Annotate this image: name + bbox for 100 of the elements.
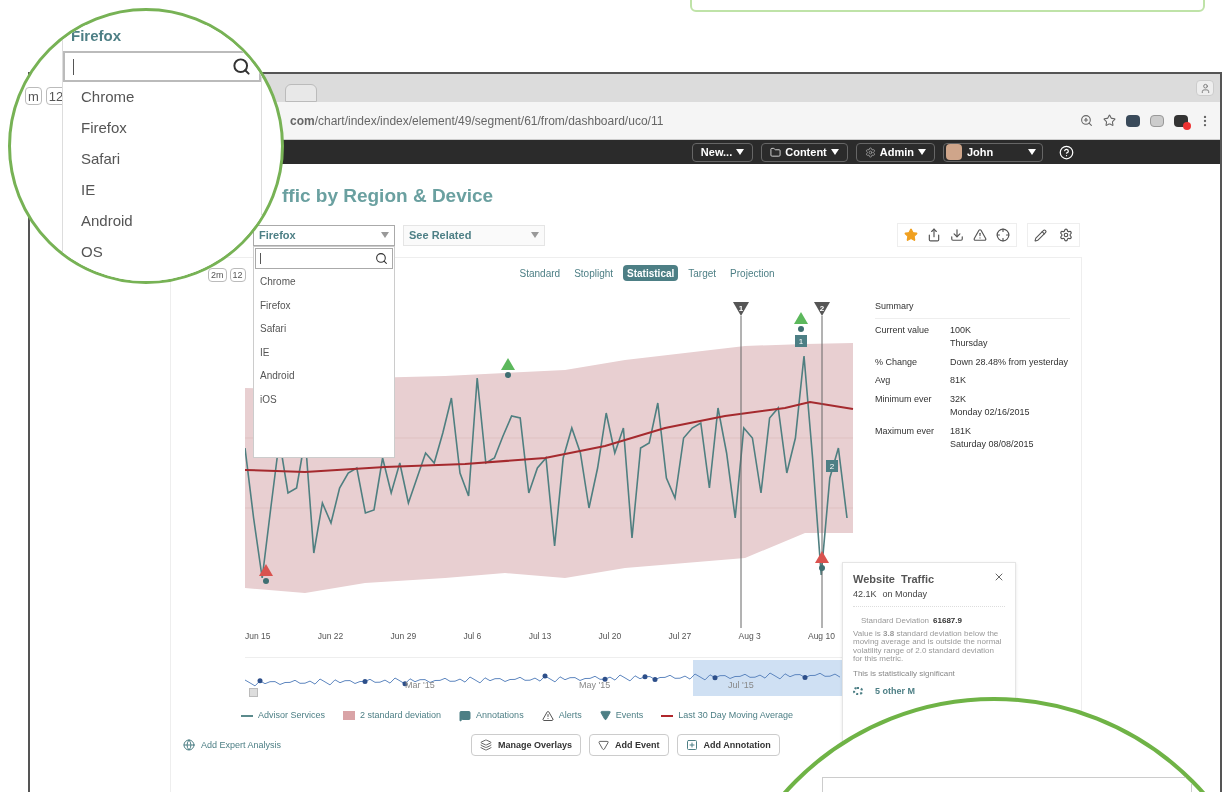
summary-detail: Monday 02/16/2015: [950, 406, 1030, 419]
event-marker[interactable]: 2: [814, 302, 830, 316]
alert-icon[interactable]: [973, 228, 987, 242]
navigator-label: Jul '15: [728, 678, 754, 692]
dropdown-option[interactable]: Firefox: [254, 293, 394, 317]
deviation-label: Standard Deviation: [861, 615, 930, 627]
legend-label: 2 standard deviation: [360, 708, 442, 722]
annotation-marker[interactable]: 2: [826, 460, 838, 472]
action-button[interactable]: Add Annotation: [676, 734, 780, 757]
nav-menu-button[interactable]: Content: [761, 142, 848, 162]
dropdown-option[interactable]: iOS: [254, 387, 394, 411]
legend-label: Annotations: [476, 708, 524, 722]
plus-square-icon: [685, 739, 698, 752]
navigator-label: May '15: [579, 678, 611, 692]
pencil-icon[interactable]: [1034, 228, 1047, 242]
dropdown-search-field[interactable]: [63, 51, 261, 82]
user-menu-button[interactable]: John: [943, 142, 1043, 162]
down-triangle-icon: [598, 739, 610, 751]
caret-icon: [918, 149, 926, 155]
settings-icon[interactable]: [1059, 228, 1073, 242]
legend-label: Events: [615, 708, 644, 722]
dropdown-option[interactable]: Android: [254, 364, 394, 388]
alert-marker[interactable]: [501, 358, 515, 378]
select-value[interactable]: Firefox: [71, 25, 261, 47]
other-metrics-link[interactable]: 5 other M: [875, 684, 915, 699]
search-icon: [375, 252, 388, 265]
dropdown-option[interactable]: Firefox: [81, 113, 127, 144]
extension-icon[interactable]: [1126, 114, 1140, 127]
filter-select[interactable]: See Related: [403, 224, 545, 246]
nav-menu-button[interactable]: Admin: [855, 142, 935, 162]
axis-label: Jul 27: [668, 630, 692, 643]
view-tab[interactable]: Standard: [515, 265, 565, 281]
summary-label: Minimum ever: [875, 392, 933, 406]
dropdown-option[interactable]: OS: [81, 237, 103, 268]
alert-marker[interactable]: [815, 551, 829, 571]
share-icon[interactable]: [927, 228, 941, 242]
summary-label: Avg: [875, 374, 892, 387]
tooltip-description: Value is 3.8 standard deviation below the moving average and is outside the normal volatility range of 2.0 standard deviation for this metric.: [853, 630, 1003, 664]
search-icon: [232, 57, 251, 76]
tooltip-note: This is statistically significant: [853, 667, 956, 680]
download-icon[interactable]: [950, 228, 964, 242]
dropdown-option[interactable]: Chrome: [81, 82, 135, 113]
legend-label: Advisor Services: [258, 708, 326, 722]
view-tab[interactable]: Projection: [726, 265, 779, 281]
view-tab[interactable]: Target: [684, 265, 721, 281]
navigator-label: Mar '15: [405, 678, 435, 692]
dropdown-option[interactable]: Safari: [254, 317, 394, 341]
caret-icon: [531, 232, 539, 238]
summary-value: Down 28.48% from yesterday: [950, 355, 1069, 369]
person-icon: [1199, 82, 1211, 94]
axis-label: Jul 20: [598, 630, 622, 643]
action-button[interactable]: Add Event: [589, 734, 669, 757]
event-marker[interactable]: 1: [733, 302, 749, 316]
summary-detail: Thursday: [950, 337, 988, 350]
target-icon[interactable]: [996, 228, 1010, 242]
bookmark-star-icon[interactable]: [1103, 114, 1116, 127]
warning-icon: [541, 709, 554, 722]
scatter-icon: [853, 687, 863, 696]
globe-icon: [183, 739, 195, 752]
caret-icon: [381, 232, 389, 238]
tooltip-value: 42.1K: [853, 587, 877, 601]
view-tab[interactable]: Statistical: [623, 265, 679, 281]
summary-value: 81K: [950, 374, 966, 387]
down-triangle-icon: [599, 710, 611, 721]
gear-icon: [864, 146, 876, 158]
tooltip-day: on Monday: [882, 587, 928, 601]
text-cursor: [260, 253, 261, 264]
tooltip-title: Website Traffic: [853, 572, 935, 587]
zoom-icon[interactable]: [1080, 114, 1093, 127]
deviation-value: 61687.9: [933, 615, 962, 627]
folder-icon: [770, 146, 782, 158]
expert-analysis-link[interactable]: Add Expert Analysis: [201, 738, 282, 752]
summary-detail: Saturday 08/08/2015: [950, 438, 1034, 451]
caret-icon: [1028, 149, 1036, 155]
layers-icon: [480, 739, 493, 752]
axis-label: Aug 10: [807, 630, 835, 643]
summary-value: 181K: [950, 424, 973, 438]
dropdown-option[interactable]: Safari: [81, 144, 121, 175]
alert-marker[interactable]: [794, 312, 808, 332]
caret-icon: [830, 149, 839, 155]
summary-value: 32K: [950, 392, 967, 406]
extension-icon[interactable]: [1174, 114, 1188, 127]
alert-marker[interactable]: [259, 564, 273, 584]
favorite-star-icon[interactable]: [904, 228, 918, 242]
dropdown-option[interactable]: IE: [254, 340, 394, 364]
annotation-marker[interactable]: 1: [795, 335, 807, 347]
url-field[interactable]: com/chart/index/index/element/49/segment/61/from/dashboard/uco/11: [290, 111, 664, 130]
help-icon[interactable]: [1059, 144, 1074, 160]
axis-label: Jun 29: [390, 630, 417, 643]
nav-menu-button[interactable]: New...: [691, 142, 754, 162]
summary-value: 100K: [950, 323, 973, 337]
close-icon[interactable]: [993, 571, 1005, 583]
page-title: ffic by Region & Device: [282, 186, 495, 205]
legend-label: Last 30 Day Moving Average: [678, 708, 794, 722]
view-tab[interactable]: Stoplight: [570, 265, 618, 281]
range-chip[interactable]: m: [25, 87, 42, 105]
notification-dot: [1183, 121, 1191, 130]
dropdown-option[interactable]: Android: [81, 206, 133, 237]
dropdown-option[interactable]: IE: [81, 175, 96, 206]
action-button[interactable]: Manage Overlays: [471, 734, 582, 757]
